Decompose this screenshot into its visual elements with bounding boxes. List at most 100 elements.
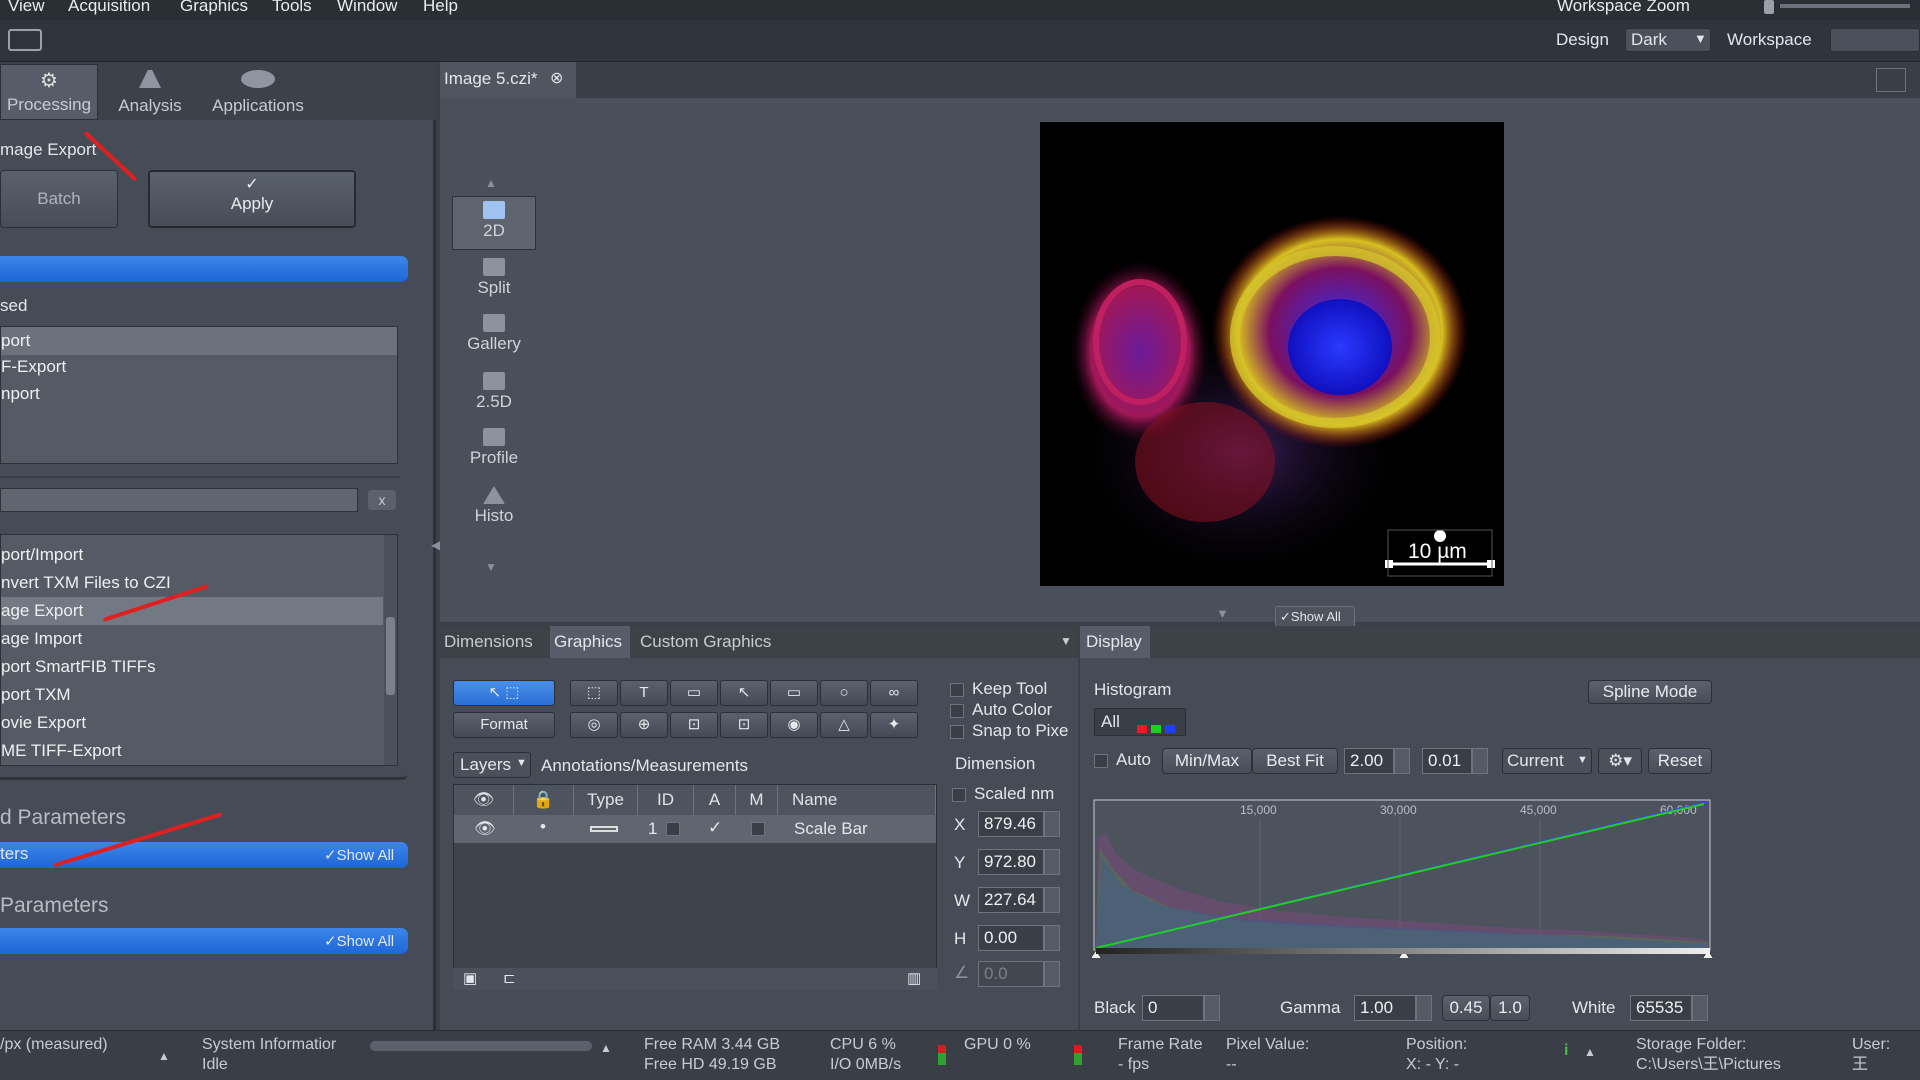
minmax-button[interactable]: Min/Max bbox=[1162, 748, 1252, 774]
clear-search-button[interactable]: x bbox=[368, 490, 396, 510]
tab-analysis[interactable]: Analysis bbox=[100, 64, 200, 120]
chevron-up-icon[interactable]: ▲ bbox=[158, 1047, 170, 1066]
menu-help[interactable]: Help bbox=[423, 0, 458, 16]
auto-option[interactable]: Auto bbox=[1094, 750, 1151, 770]
scale-bar-tool[interactable]: ▭ bbox=[670, 680, 718, 706]
black-spinner[interactable] bbox=[1204, 995, 1220, 1021]
list-item[interactable]: port/Import bbox=[1, 541, 383, 569]
angle-tool[interactable]: △ bbox=[820, 712, 868, 738]
scaled-checkbox[interactable] bbox=[952, 787, 966, 802]
value-1-spinner[interactable] bbox=[1394, 748, 1410, 774]
best-fit-value-2[interactable]: 0.01 bbox=[1422, 748, 1472, 774]
field-angle-input[interactable]: 0.0 bbox=[978, 961, 1044, 987]
field-w-input[interactable]: 227.64 bbox=[978, 887, 1044, 913]
histogram-chart[interactable]: 15,000 30,000 45,000 60,000 bbox=[1092, 798, 1714, 958]
apply-button[interactable]: ✓ Apply bbox=[148, 170, 356, 228]
menu-view[interactable]: View bbox=[8, 0, 45, 16]
grid-view-icon[interactable] bbox=[1876, 68, 1906, 92]
tab-dimensions[interactable]: Dimensions bbox=[444, 632, 533, 652]
circle-tool[interactable]: ○ bbox=[820, 680, 868, 706]
view-25d-button[interactable]: 2.5D bbox=[452, 368, 536, 422]
format-button[interactable]: Format bbox=[453, 712, 555, 738]
channel-all[interactable]: All bbox=[1101, 712, 1120, 732]
row-checkbox[interactable] bbox=[666, 822, 680, 836]
tab-applications[interactable]: Applications bbox=[202, 64, 314, 120]
spline-mode-button[interactable]: Spline Mode bbox=[1588, 680, 1712, 704]
frame-tool-2[interactable]: ⊡ bbox=[720, 712, 768, 738]
rectangle-tool[interactable]: ▭ bbox=[770, 680, 818, 706]
tab-custom-graphics[interactable]: Custom Graphics bbox=[640, 632, 771, 652]
tab-graphics[interactable]: Graphics bbox=[550, 626, 630, 658]
snap-option[interactable]: Snap to Pixe bbox=[950, 720, 1068, 741]
measure-tool[interactable]: ◎ bbox=[570, 712, 618, 738]
freehand-tool[interactable]: ∞ bbox=[870, 680, 918, 706]
arrow-tool[interactable]: ↖ bbox=[720, 680, 768, 706]
eye-icon[interactable]: 👁 bbox=[474, 819, 496, 839]
scroll-down-icon[interactable]: ▼ bbox=[485, 560, 497, 574]
best-fit-button[interactable]: Best Fit bbox=[1252, 748, 1338, 774]
menu-acquisition[interactable]: Acquisition bbox=[68, 0, 150, 16]
scale-bar-handle[interactable] bbox=[1385, 560, 1393, 568]
rectangle-select-tool[interactable]: ⬚ bbox=[570, 680, 618, 706]
view-gallery-button[interactable]: Gallery bbox=[452, 310, 536, 364]
recent-item[interactable]: F-Export bbox=[1, 353, 397, 381]
auto-checkbox[interactable] bbox=[1094, 753, 1108, 768]
workspace-dropdown[interactable] bbox=[1830, 28, 1920, 52]
search-input[interactable] bbox=[0, 488, 358, 512]
white-input[interactable]: 65535 bbox=[1630, 995, 1692, 1021]
m-checkbox[interactable] bbox=[751, 822, 765, 836]
status-storage-path[interactable]: C:\Users\王\Pictures bbox=[1636, 1055, 1781, 1074]
save-icon[interactable]: ▣ bbox=[463, 969, 477, 987]
blue-channel[interactable] bbox=[1165, 725, 1175, 733]
frame-tool[interactable]: ⊡ bbox=[670, 712, 718, 738]
tab-processing[interactable]: ⚙ Processing bbox=[0, 64, 98, 120]
design-dropdown[interactable]: Dark ▼ bbox=[1625, 28, 1711, 52]
list-item[interactable]: age Import bbox=[1, 625, 383, 653]
microscopy-image[interactable]: 10 µm bbox=[1040, 122, 1504, 586]
menu-window[interactable]: Window bbox=[337, 0, 397, 16]
zoom-slider-handle[interactable] bbox=[1764, 0, 1774, 14]
select-tool-button[interactable]: ↖ ⬚ bbox=[453, 680, 555, 706]
gamma-045-button[interactable]: 0.45 bbox=[1442, 995, 1490, 1021]
gamma-spinner[interactable] bbox=[1416, 995, 1432, 1021]
close-icon[interactable]: ⊗ bbox=[550, 68, 563, 88]
view-profile-button[interactable]: Profile bbox=[452, 424, 536, 478]
field-y-spinner[interactable] bbox=[1044, 849, 1060, 875]
params2-bar[interactable]: ✓Show All bbox=[0, 928, 408, 954]
gamma-10-button[interactable]: 1.0 bbox=[1490, 995, 1530, 1021]
info-icon[interactable]: i bbox=[1564, 1041, 1568, 1060]
chevron-up-icon[interactable]: ▲ bbox=[1584, 1043, 1596, 1062]
channel-selector[interactable]: All bbox=[1094, 708, 1186, 736]
black-input[interactable]: 0 bbox=[1142, 995, 1204, 1021]
reset-button[interactable]: Reset bbox=[1648, 748, 1712, 774]
best-fit-value-1[interactable]: 2.00 bbox=[1344, 748, 1394, 774]
chevron-up-icon[interactable]: ▲ bbox=[600, 1039, 612, 1058]
zoom-slider[interactable] bbox=[1780, 4, 1910, 8]
trash-icon[interactable]: ▥ bbox=[907, 969, 921, 987]
magic-tool[interactable]: ✦ bbox=[870, 712, 918, 738]
expand-chevron-icon[interactable]: ▼ bbox=[1216, 606, 1229, 621]
menu-graphics[interactable]: Graphics bbox=[180, 0, 248, 16]
red-channel[interactable] bbox=[1137, 725, 1147, 733]
text-tool[interactable]: T bbox=[620, 680, 668, 706]
white-spinner[interactable] bbox=[1692, 995, 1708, 1021]
auto-color-checkbox[interactable] bbox=[950, 703, 964, 718]
scrollbar-thumb[interactable] bbox=[386, 617, 395, 695]
chevron-down-icon[interactable]: ▼ bbox=[1060, 634, 1072, 648]
value-2-spinner[interactable] bbox=[1472, 748, 1488, 774]
list-item[interactable]: port TXM bbox=[1, 681, 383, 709]
current-dropdown[interactable]: Current ▼ bbox=[1502, 748, 1592, 774]
field-x-input[interactable]: 879.46 bbox=[978, 811, 1044, 837]
view-2d-button[interactable]: 2D bbox=[452, 196, 536, 250]
list-item[interactable]: port SmartFIB TIFFs bbox=[1, 653, 383, 681]
folder-icon[interactable]: ⊏ bbox=[503, 969, 516, 987]
menu-tools[interactable]: Tools bbox=[272, 0, 312, 16]
list-item[interactable]: ovie Export bbox=[1, 709, 383, 737]
field-w-spinner[interactable] bbox=[1044, 887, 1060, 913]
viewer-show-all-button[interactable]: ✓Show All bbox=[1275, 606, 1355, 628]
show-all-toggle[interactable]: ✓Show All bbox=[324, 846, 394, 864]
list-item[interactable]: ME TIFF-Export bbox=[1, 737, 383, 765]
document-tab[interactable]: Image 5.czi* ⊗ bbox=[440, 62, 576, 98]
green-channel[interactable] bbox=[1151, 725, 1161, 733]
view-split-button[interactable]: Split bbox=[452, 254, 536, 308]
